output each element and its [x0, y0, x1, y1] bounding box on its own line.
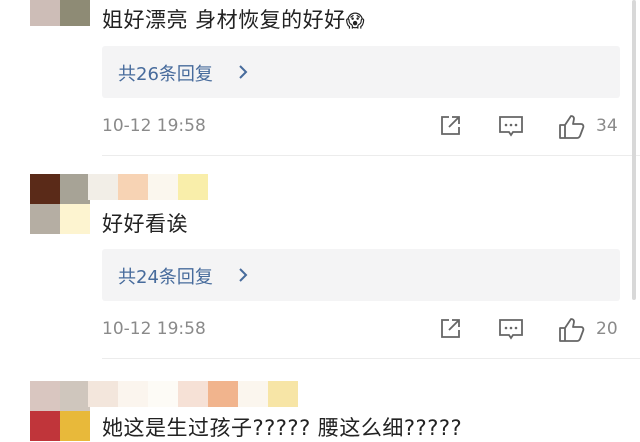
like-icon[interactable]	[558, 114, 586, 140]
comment-text: 好好看诶	[102, 212, 188, 236]
scream-emoji-icon: 😱	[345, 11, 365, 32]
avatar[interactable]	[30, 174, 90, 234]
username-mosaic[interactable]	[88, 381, 298, 407]
chevron-right-icon	[239, 268, 248, 282]
share-icon[interactable]	[438, 114, 462, 138]
replies-count-label: 共24条回复	[118, 267, 213, 288]
divider	[102, 358, 640, 359]
comment-meta: 10-12 19:58 34	[102, 114, 624, 142]
divider	[102, 155, 640, 156]
avatar[interactable]	[30, 0, 90, 26]
comment-text: 姐好漂亮 身材恢复的好好😱	[102, 4, 365, 34]
replies-count-label: 共26条回复	[118, 64, 213, 85]
view-replies-button[interactable]: 共26条回复	[102, 46, 620, 98]
like-count: 20	[596, 319, 618, 339]
comment-meta: 10-12 19:58 20	[102, 317, 624, 345]
like-count: 34	[596, 116, 618, 136]
share-icon[interactable]	[438, 317, 462, 341]
comment-icon[interactable]	[498, 114, 524, 138]
comment-text: 她这是生过孩子????? 腰这么细?????	[102, 416, 463, 440]
timestamp: 10-12 19:58	[102, 116, 206, 136]
avatar[interactable]	[30, 381, 90, 441]
timestamp: 10-12 19:58	[102, 319, 206, 339]
comment-text-content: 姐好漂亮 身材恢复的好好	[102, 8, 346, 32]
chevron-right-icon	[239, 65, 248, 79]
username-mosaic[interactable]	[88, 174, 218, 200]
like-icon[interactable]	[558, 317, 586, 343]
scrollbar[interactable]	[632, 0, 636, 300]
view-replies-button[interactable]: 共24条回复	[102, 249, 620, 301]
comment-icon[interactable]	[498, 317, 524, 341]
